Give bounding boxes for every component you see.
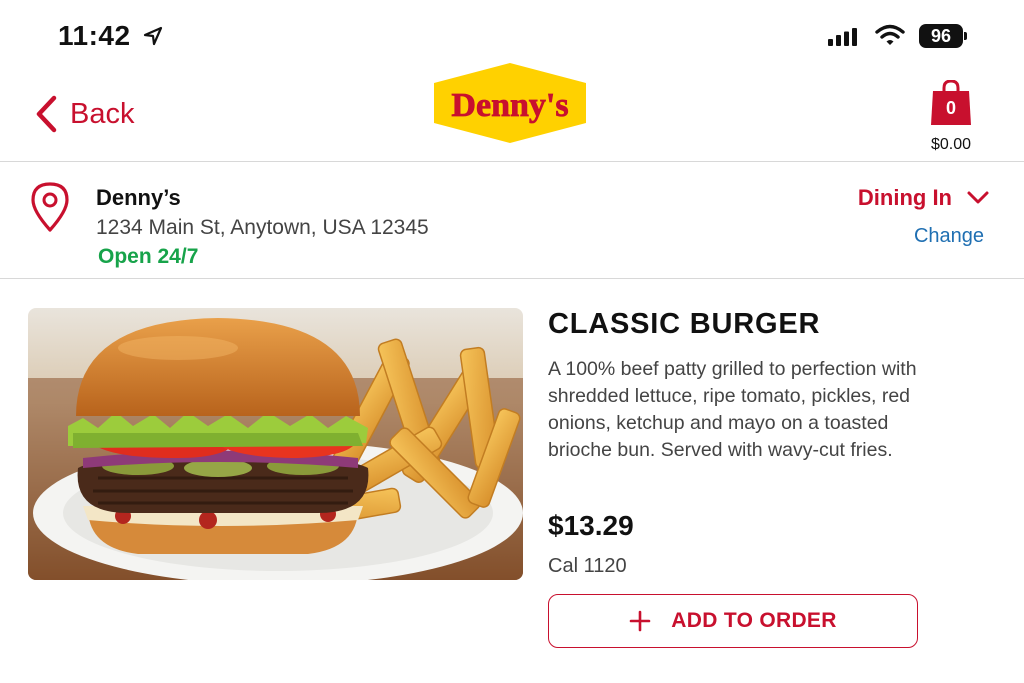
location-panel: Denny’s 1234 Main St, Anytown, USA 12345…	[0, 163, 1024, 278]
app-header: Back Denny's 0 $0.00	[0, 63, 1024, 162]
store-hours: Open 24/7	[98, 245, 199, 268]
cellular-signal-icon	[828, 28, 857, 46]
dining-mode-dropdown[interactable]: Dining In	[858, 185, 990, 211]
battery-icon: 96	[919, 24, 969, 48]
cart-button[interactable]: 0 $0.00	[920, 80, 982, 160]
location-pin-icon	[31, 182, 69, 232]
add-to-order-button[interactable]: ADD TO ORDER	[548, 594, 918, 648]
store-name: Denny’s	[96, 185, 181, 210]
dining-mode-label: Dining In	[857, 185, 952, 210]
product-image	[28, 308, 523, 580]
product-title: CLASSIC BURGER	[548, 308, 821, 340]
back-label: Back	[70, 97, 135, 130]
product-description: A 100% beef patty grilled to perfection …	[548, 358, 917, 461]
back-button[interactable]: Back	[34, 92, 134, 136]
battery-cap	[964, 32, 967, 40]
product-price: $13.29	[548, 510, 634, 541]
svg-text:Denny's: Denny's	[451, 87, 568, 124]
product-calories: Cal 1120	[548, 555, 627, 577]
cart-count: 0	[945, 98, 956, 118]
location-divider	[0, 278, 1024, 279]
chevron-left-icon	[36, 95, 57, 133]
battery-level: 96	[919, 24, 963, 48]
cart-total: $0.00	[930, 136, 972, 153]
chevron-down-icon	[967, 191, 989, 204]
change-location-link[interactable]: Change	[914, 225, 984, 248]
header-divider	[0, 161, 1024, 162]
plus-icon	[629, 610, 651, 632]
add-to-order-label: ADD TO ORDER	[671, 609, 837, 632]
status-time: 11:42	[58, 20, 131, 51]
location-arrow-icon	[143, 26, 163, 46]
burger-fries-illustration	[28, 308, 523, 580]
dennys-logo: Denny's	[434, 63, 586, 143]
store-address: 1234 Main St, Anytown, USA 12345	[96, 216, 429, 239]
wifi-icon	[875, 24, 905, 45]
